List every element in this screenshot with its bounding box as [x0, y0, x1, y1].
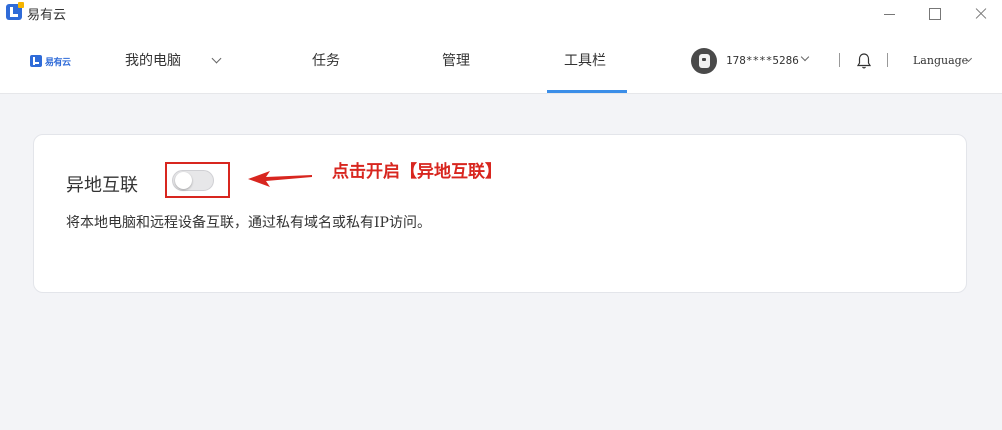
- top-nav: 易有云 我的电脑 任务 管理 工具栏 178****5286 Language: [0, 28, 1002, 94]
- chevron-down-icon[interactable]: [211, 53, 222, 64]
- remote-interconnect-card: 异地互联 点击开启【异地互联】 将本地电脑和远程设备互联，通过私有域名或私有IP…: [33, 134, 967, 293]
- user-phone[interactable]: 178****5286: [726, 54, 799, 67]
- app-logo-icon: [6, 2, 24, 20]
- nav-toolbar[interactable]: 工具栏: [564, 50, 606, 70]
- nav-manage[interactable]: 管理: [442, 50, 470, 70]
- maximize-icon[interactable]: [912, 0, 958, 28]
- nav-my-computer[interactable]: 我的电脑: [125, 50, 181, 70]
- active-tab-indicator: [547, 90, 627, 93]
- language-selector[interactable]: Language: [913, 54, 968, 67]
- nav-tasks[interactable]: 任务: [312, 50, 340, 70]
- remote-interconnect-toggle[interactable]: [172, 170, 214, 191]
- chevron-down-icon[interactable]: [800, 52, 810, 62]
- feature-title: 异地互联: [66, 175, 138, 196]
- arrow-left-icon: [248, 171, 312, 187]
- window-title: 易有云: [27, 8, 67, 23]
- bell-icon[interactable]: [856, 52, 872, 70]
- title-bar: 易有云: [0, 0, 1002, 28]
- toggle-knob: [175, 172, 192, 189]
- divider: [887, 53, 888, 67]
- logo-icon: [30, 55, 42, 67]
- divider: [839, 53, 840, 67]
- feature-description: 将本地电脑和远程设备互联，通过私有域名或私有IP访问。: [66, 215, 431, 231]
- user-avatar[interactable]: [691, 48, 717, 74]
- brand-logo[interactable]: 易有云: [30, 53, 71, 69]
- logo-text: 易有云: [45, 57, 71, 68]
- close-icon[interactable]: [958, 0, 1002, 28]
- minimize-icon[interactable]: [866, 0, 912, 28]
- annotation-label: 点击开启【异地互联】: [332, 162, 502, 182]
